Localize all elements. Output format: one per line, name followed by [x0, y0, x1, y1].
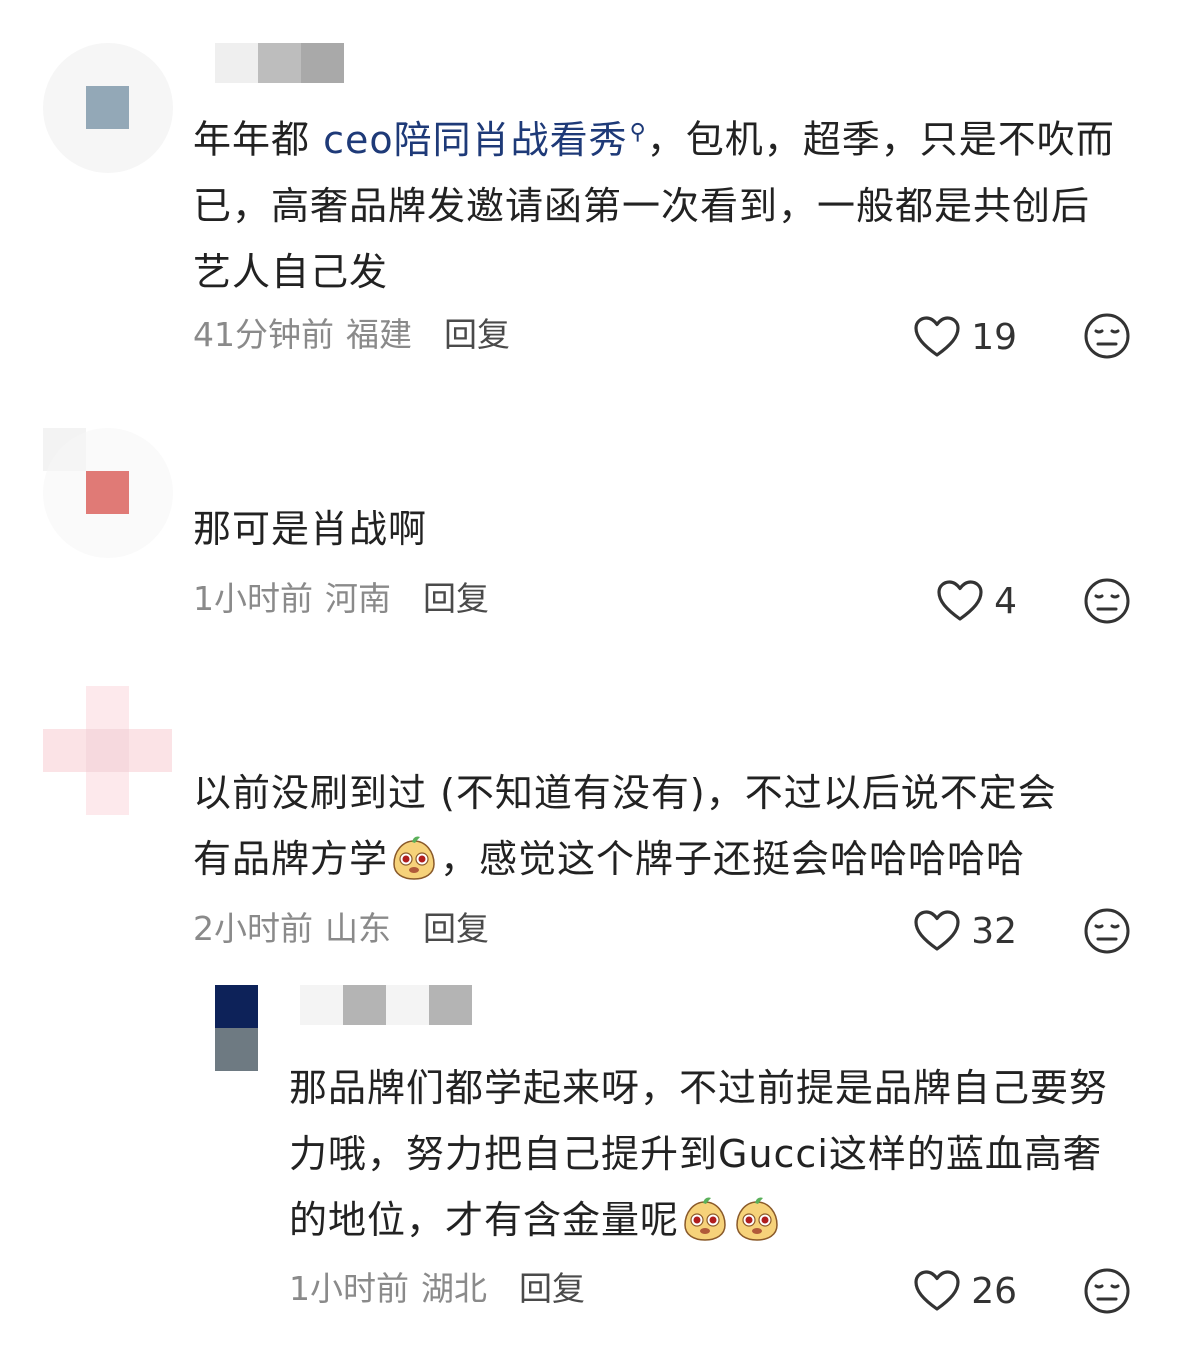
- like-count: 26: [971, 1270, 1017, 1312]
- heart-outline-icon: [914, 910, 960, 951]
- hashtag-link[interactable]: ceo陪同肖战看秀⚲: [323, 118, 647, 162]
- like-button[interactable]: 19: [913, 312, 1017, 362]
- like-count: 4: [994, 580, 1017, 622]
- reply-button[interactable]: 回复: [423, 909, 489, 948]
- comment-location: 山东: [325, 909, 391, 948]
- avatar[interactable]: [215, 985, 258, 1072]
- search-icon: ⚲: [629, 120, 647, 145]
- comment-time: 2小时前: [193, 909, 313, 948]
- comment-text: 年年都 ceo陪同肖战看秀⚲，包机，超季，只是不吹而已，高奢品牌发邀请函第一次看…: [193, 117, 1115, 294]
- avatar[interactable]: [43, 686, 173, 816]
- cartoon-face-emoji: [736, 1197, 778, 1241]
- comment-meta: 41分钟前 福建 回复: [193, 310, 510, 360]
- reply-button[interactable]: 回复: [423, 579, 489, 618]
- meh-face-icon[interactable]: [1083, 577, 1131, 625]
- like-count: 19: [971, 316, 1017, 358]
- like-button[interactable]: 26: [913, 1266, 1017, 1316]
- meh-face-icon[interactable]: [1083, 1267, 1131, 1315]
- comment-time: 1小时前: [193, 579, 313, 618]
- avatar[interactable]: [43, 43, 173, 173]
- comment-location: 福建: [346, 315, 412, 354]
- comment-time: 41分钟前: [193, 315, 334, 354]
- reply-location: 湖北: [421, 1269, 487, 1308]
- comment-meta: 1小时前 河南 回复: [193, 574, 489, 624]
- comment-text: 那可是肖战啊: [193, 507, 428, 551]
- reply-button[interactable]: 回复: [444, 315, 510, 354]
- reply-button[interactable]: 回复: [519, 1269, 585, 1308]
- meh-face-icon[interactable]: [1083, 907, 1131, 955]
- comment-meta: 2小时前 山东 回复: [193, 904, 489, 954]
- comment-location: 河南: [325, 579, 391, 618]
- reply-time: 1小时前: [289, 1269, 409, 1308]
- like-button[interactable]: 32: [913, 906, 1017, 956]
- comment-text: 以前没刷到过 (不知道有没有)，不过以后说不定会 有品牌方学 ，感觉这个牌子还挺会…: [193, 771, 1057, 881]
- reply-text: 那品牌们都学起来呀，不过前提是品牌自己要努力哦，努力把自己提升到Gucci这样的…: [289, 1066, 1109, 1242]
- heart-outline-icon: [914, 1270, 960, 1311]
- cartoon-face-emoji: [684, 1197, 726, 1241]
- heart-outline-icon: [937, 580, 983, 621]
- reply-meta: 1小时前 湖北 回复: [289, 1264, 585, 1314]
- meh-face-icon[interactable]: [1083, 312, 1131, 360]
- like-button[interactable]: 4: [936, 576, 1017, 626]
- cartoon-face-emoji: [393, 836, 435, 880]
- avatar[interactable]: [43, 428, 173, 558]
- like-count: 32: [971, 910, 1017, 952]
- heart-outline-icon: [914, 316, 960, 357]
